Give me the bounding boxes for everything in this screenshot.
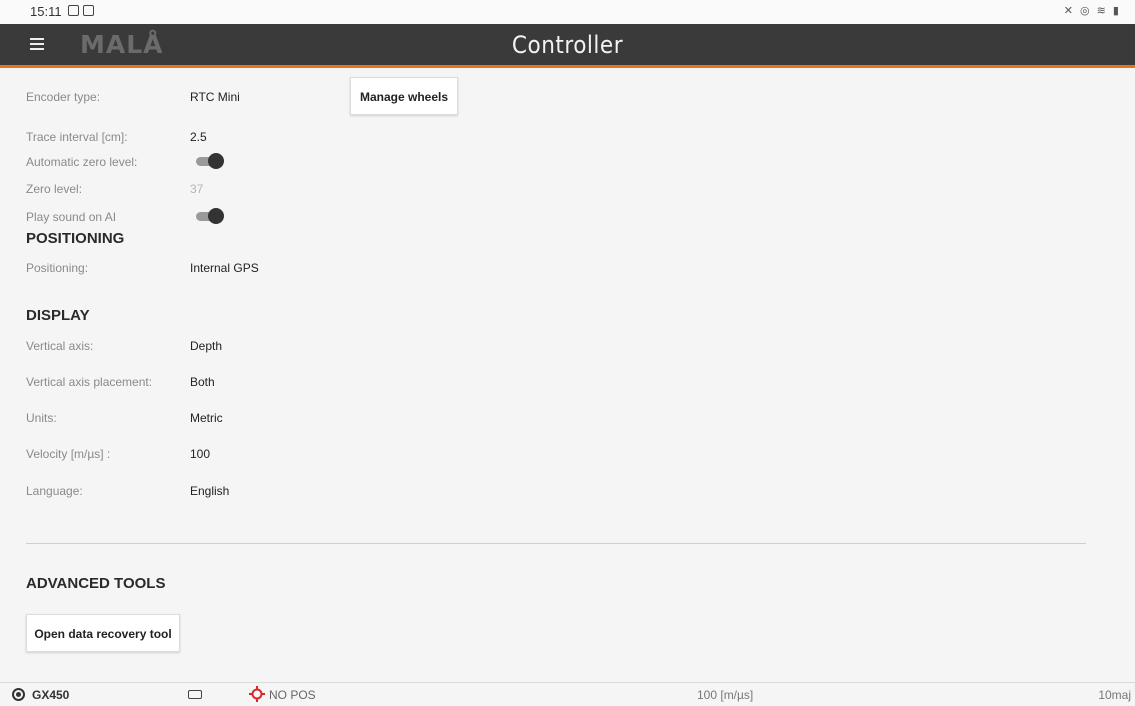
units-value[interactable]: Metric (190, 411, 223, 425)
trace-interval-label: Trace interval [cm]: (26, 130, 128, 144)
advanced-tools-heading: ADVANCED TOOLS (26, 575, 166, 592)
gps-crosshair-icon (249, 686, 265, 702)
positioning-label: Positioning: (26, 261, 89, 275)
system-status-bar: 15:11 ✕ ◎ ≋ ▮ (0, 0, 1135, 24)
encoder-type-value[interactable]: RTC Mini (190, 90, 240, 104)
clock: 15:11 (30, 4, 62, 19)
position-status: NO POS (269, 688, 316, 702)
app-notification-icon (83, 5, 94, 16)
battery-icon (188, 690, 202, 699)
device-name[interactable]: GX450 (32, 688, 69, 702)
bottom-status-bar: GX450 NO POS 100 [m/µs] 10maj (0, 682, 1135, 706)
velocity-label: Velocity [m/µs] : (26, 447, 111, 461)
units-label: Units: (26, 411, 57, 425)
positioning-value[interactable]: Internal GPS (190, 261, 259, 275)
page-title: Controller (511, 31, 624, 59)
antenna-icon (12, 688, 25, 701)
vertical-axis-placement-value[interactable]: Both (190, 375, 215, 389)
language-label: Language: (26, 484, 83, 498)
velocity-readout: 100 [m/µs] (697, 688, 754, 702)
system-indicators-icon: ✕ ◎ ≋ ▮ (1063, 5, 1121, 17)
app-bar: MALÅ Controller (0, 24, 1135, 68)
display-heading: DISPLAY (26, 307, 90, 324)
manage-wheels-button[interactable]: Manage wheels (350, 77, 458, 115)
gallery-notification-icon (68, 5, 79, 16)
trace-interval-value[interactable]: 2.5 (190, 130, 207, 144)
vertical-axis-placement-label: Vertical axis placement: (26, 375, 153, 389)
open-data-recovery-tool-button[interactable]: Open data recovery tool (26, 614, 180, 652)
zero-level-value: 37 (190, 182, 204, 196)
zero-level-label: Zero level: (26, 182, 83, 196)
encoder-type-label: Encoder type: (26, 90, 101, 104)
vertical-axis-value[interactable]: Depth (190, 339, 222, 353)
vertical-axis-label: Vertical axis: (26, 339, 94, 353)
play-sound-label: Play sound on AI (26, 210, 117, 224)
automatic-zero-level-label: Automatic zero level: (26, 155, 138, 169)
scale-readout: 10maj (1098, 688, 1131, 702)
language-value[interactable]: English (190, 484, 229, 498)
section-divider (26, 543, 1086, 544)
play-sound-toggle[interactable] (196, 208, 224, 224)
velocity-value[interactable]: 100 (190, 447, 210, 461)
positioning-heading: POSITIONING (26, 230, 125, 247)
automatic-zero-level-toggle[interactable] (196, 153, 224, 169)
